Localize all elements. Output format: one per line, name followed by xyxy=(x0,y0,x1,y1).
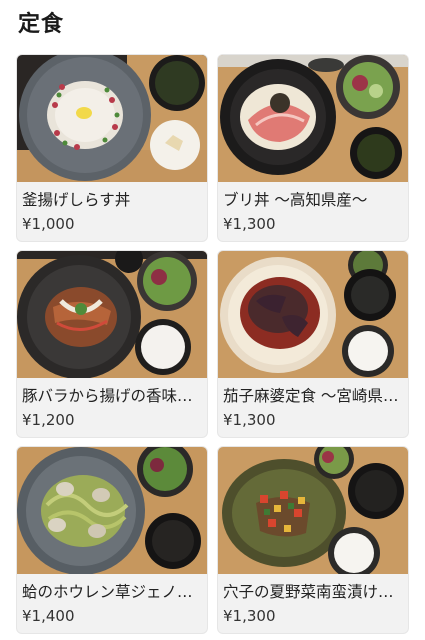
dish-photo xyxy=(17,447,207,574)
menu-card[interactable]: 穴子の夏野菜南蛮漬け定食 ¥1,300 xyxy=(218,447,408,633)
menu-card[interactable]: 茄子麻婆定食 〜宮崎県産〜 ¥1,300 xyxy=(218,251,408,437)
menu-card-info: ブリ丼 〜高知県産〜 ¥1,300 xyxy=(218,182,408,241)
menu-card[interactable]: 釜揚げしらす丼 ¥1,000 xyxy=(17,55,207,241)
dish-price: ¥1,200 xyxy=(22,411,75,429)
dish-photo xyxy=(218,447,408,574)
dish-name: 穴子の夏野菜南蛮漬け定食 xyxy=(223,583,403,601)
section-title: 定食 xyxy=(18,12,65,37)
dish-photo xyxy=(17,251,207,378)
dish-name: ブリ丼 〜高知県産〜 xyxy=(223,191,368,209)
menu-card[interactable]: 蛤のホウレン草ジェノベーゼ ¥1,400 xyxy=(17,447,207,633)
menu-card[interactable]: ブリ丼 〜高知県産〜 ¥1,300 xyxy=(218,55,408,241)
dish-price: ¥1,400 xyxy=(22,607,75,625)
dish-name: 釜揚げしらす丼 xyxy=(22,191,131,209)
menu-card-info: 蛤のホウレン草ジェノベーゼ ¥1,400 xyxy=(17,574,207,633)
dish-price: ¥1,300 xyxy=(223,215,276,233)
dish-name: 蛤のホウレン草ジェノベーゼ xyxy=(22,583,202,601)
dish-name: 茄子麻婆定食 〜宮崎県産〜 xyxy=(223,387,403,405)
menu-card-info: 穴子の夏野菜南蛮漬け定食 ¥1,300 xyxy=(218,574,408,633)
dish-name: 豚バラから揚げの香味ソース xyxy=(22,387,202,405)
menu-card[interactable]: 豚バラから揚げの香味ソース ¥1,200 xyxy=(17,251,207,437)
menu-card-info: 茄子麻婆定食 〜宮崎県産〜 ¥1,300 xyxy=(218,378,408,437)
menu-card-info: 豚バラから揚げの香味ソース ¥1,200 xyxy=(17,378,207,437)
dish-price: ¥1,300 xyxy=(223,607,276,625)
dish-price: ¥1,000 xyxy=(22,215,75,233)
dish-photo xyxy=(218,251,408,378)
dish-price: ¥1,300 xyxy=(223,411,276,429)
dish-photo xyxy=(218,55,408,182)
menu-card-info: 釜揚げしらす丼 ¥1,000 xyxy=(17,182,207,241)
dish-photo xyxy=(17,55,207,182)
